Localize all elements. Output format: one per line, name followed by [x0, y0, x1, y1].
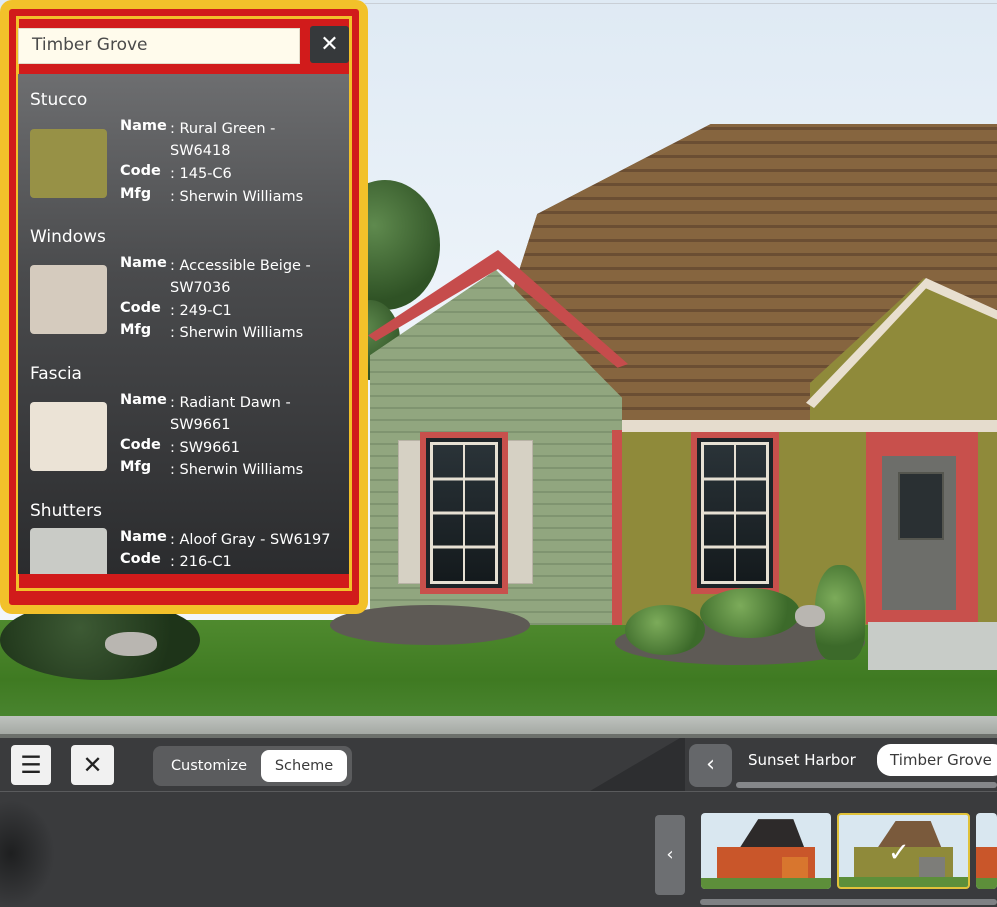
window — [420, 432, 508, 594]
thumb-wall — [976, 847, 997, 880]
stucco-mfg-row: Mfg : Sherwin Williams — [120, 186, 330, 208]
menu-button[interactable]: ☰ — [11, 745, 51, 785]
corner-trim — [612, 430, 622, 625]
name-label: Name — [120, 529, 167, 545]
close-icon: ✕ — [82, 751, 103, 779]
checkmark-icon: ✓ — [888, 838, 910, 868]
windows-code-row: Code : 249-C1 — [120, 300, 330, 322]
name-label: Name — [120, 118, 167, 134]
windows-swatch — [30, 265, 107, 334]
stucco-swatch — [30, 129, 107, 198]
shutters-name-row: Name: Aloof Gray - SW6197 — [120, 529, 349, 551]
stucco-code-value: : 145-C6 — [170, 166, 232, 182]
scheme-search-input[interactable]: Timber Grove — [18, 28, 300, 64]
fascia-mfg-row: Mfg : Sherwin Williams — [120, 459, 330, 481]
walkway — [868, 622, 997, 670]
fascia-name-value: : Radiant Dawn - SW9661 — [170, 395, 291, 433]
mfg-label: Mfg — [120, 186, 152, 202]
fascia-name-row: Name: Radiant Dawn - SW9661 — [120, 392, 330, 436]
scheme-option-timber-grove[interactable]: Timber Grove — [877, 744, 997, 776]
stucco-name-row: Name: Rural Green - SW6418 — [120, 118, 330, 162]
search-value: Timber Grove — [32, 35, 148, 55]
windows-name-value: : Accessible Beige - SW7036 — [170, 258, 311, 296]
mfg-label: Mfg — [120, 459, 152, 475]
section-title-shutters: Shutters — [30, 501, 102, 521]
name-label: Name — [120, 255, 167, 271]
section-title-windows: Windows — [30, 227, 106, 247]
shutters-code-row: Code : 216-C1 — [120, 551, 330, 573]
thumb-garage — [918, 856, 945, 879]
code-label: Code — [120, 163, 161, 179]
thumbnails-scrollbar[interactable] — [700, 899, 997, 905]
mfg-label: Mfg — [120, 322, 152, 338]
section-title-stucco: Stucco — [30, 90, 88, 110]
close-button[interactable]: ✕ — [71, 745, 114, 785]
shrub — [625, 605, 705, 655]
shutters-name-value: : Aloof Gray - SW6197 — [170, 532, 331, 548]
close-panel-button[interactable]: ✕ — [310, 26, 349, 63]
stucco-mfg-value: : Sherwin Williams — [170, 189, 304, 205]
thumb-lawn — [701, 878, 831, 889]
thumb-roof — [738, 819, 805, 850]
mode-toggle: Customize Scheme — [153, 746, 352, 786]
fascia-code-value: : SW9661 — [170, 440, 240, 456]
stucco-name-value: : Rural Green - SW6418 — [170, 121, 276, 159]
hamburger-menu-icon: ☰ — [20, 751, 42, 779]
windows-code-value: : 249-C1 — [170, 303, 232, 319]
name-label: Name — [120, 392, 167, 408]
section-title-fascia: Fascia — [30, 364, 82, 384]
color-list[interactable]: Stucco Name: Rural Green - SW6418 Code: … — [18, 74, 349, 574]
chevron-left-icon: ‹ — [706, 752, 715, 777]
schemes-prev-button[interactable]: ‹ — [689, 744, 732, 787]
door-window — [898, 472, 944, 540]
fascia-trim — [612, 420, 997, 432]
shutters-code-value: : 216-C1 — [170, 554, 232, 570]
shutters-swatch — [30, 528, 107, 574]
code-label: Code — [120, 551, 161, 567]
canvas-top-border — [365, 3, 997, 4]
chevron-left-icon: ‹ — [666, 844, 674, 865]
elevation-thumbnail[interactable] — [976, 813, 997, 889]
windows-mfg-value: : Sherwin Williams — [170, 325, 304, 341]
tab-customize[interactable]: Customize — [159, 750, 259, 782]
rock — [105, 632, 157, 656]
shrub — [700, 588, 800, 638]
code-label: Code — [120, 437, 161, 453]
thumb-garage — [781, 857, 808, 880]
code-label: Code — [120, 300, 161, 316]
stucco-code-row: Code : 145-C6 — [120, 163, 330, 185]
strip-shadow — [0, 800, 55, 907]
rock — [795, 605, 825, 627]
thumb-lawn — [976, 878, 997, 889]
windows-name-row: Name: Accessible Beige - SW7036 — [120, 255, 330, 299]
schemes-scrollbar[interactable] — [736, 782, 997, 788]
tab-scheme[interactable]: Scheme — [261, 750, 347, 782]
fascia-mfg-value: : Sherwin Williams — [170, 462, 304, 478]
window — [691, 432, 779, 594]
windows-mfg-row: Mfg : Sherwin Williams — [120, 322, 330, 344]
thumbnails-prev-button[interactable]: ‹ — [655, 815, 685, 895]
elevation-thumbnail[interactable] — [701, 813, 831, 889]
close-icon: ✕ — [320, 32, 339, 57]
scheme-option-sunset-harbor[interactable]: Sunset Harbor — [748, 751, 856, 769]
thumb-lawn — [839, 876, 968, 887]
fascia-code-row: Code : SW9661 — [120, 437, 330, 459]
fascia-swatch — [30, 402, 107, 471]
